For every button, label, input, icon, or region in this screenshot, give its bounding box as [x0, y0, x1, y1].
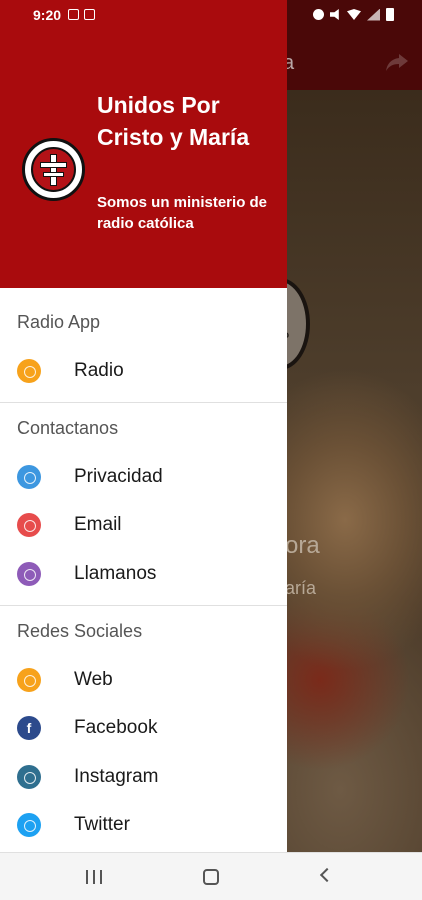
back-button[interactable]	[319, 867, 335, 883]
logo-cross-bar	[40, 162, 67, 168]
menu-item-instagram[interactable]: Instagram	[0, 753, 287, 801]
logo-cross	[50, 154, 57, 186]
web-icon	[17, 668, 41, 692]
logo-cross-bar-lower	[43, 172, 64, 177]
menu-item-llamanos[interactable]: Llamanos	[0, 550, 287, 598]
menu-item-label: Facebook	[74, 717, 158, 738]
navigation-drawer: Unidos Por Cristo y María Somos un minis…	[0, 0, 287, 852]
menu-item-facebook[interactable]: f Facebook	[0, 704, 287, 752]
privacy-icon	[17, 465, 41, 489]
menu-item-radio[interactable]: Radio	[0, 347, 287, 395]
mute-icon	[330, 9, 339, 20]
divider	[0, 402, 287, 403]
status-notification-icons	[68, 9, 95, 20]
app-logo	[22, 138, 85, 201]
recents-button[interactable]	[86, 870, 102, 884]
divider	[0, 605, 287, 606]
section-label-redes-sociales: Redes Sociales	[17, 621, 143, 641]
facebook-glyph: f	[26, 720, 32, 736]
home-button[interactable]	[203, 869, 219, 885]
instagram-icon	[17, 765, 41, 789]
phone-icon	[17, 562, 41, 586]
drawer-title: Unidos Por Cristo y María	[97, 92, 250, 150]
signal-icon	[367, 8, 380, 21]
status-system-icons	[313, 8, 394, 21]
background-image-text: ora	[285, 532, 320, 559]
menu-item-privacidad[interactable]: Privacidad	[0, 453, 287, 501]
menu-item-label: Llamanos	[74, 563, 157, 584]
alarm-icon	[313, 9, 324, 20]
radio-icon	[17, 359, 41, 383]
drawer-header: Unidos Por Cristo y María Somos un minis…	[0, 0, 287, 288]
twitter-icon	[17, 813, 41, 837]
status-bar: 9:20	[0, 0, 422, 32]
menu-item-label: Email	[74, 514, 122, 535]
share-icon	[386, 54, 408, 71]
menu-item-web[interactable]: Web	[0, 656, 287, 704]
battery-icon	[386, 8, 394, 21]
image-notification-icon	[68, 9, 79, 20]
mail-notification-icon	[84, 9, 95, 20]
menu-item-email[interactable]: Email	[0, 501, 287, 549]
wifi-icon	[347, 9, 361, 20]
menu-item-label: Twitter	[74, 814, 130, 835]
system-navigation-bar	[0, 852, 422, 900]
email-icon	[17, 513, 41, 537]
section-label-radio-app: Radio App	[17, 312, 101, 332]
facebook-icon: f	[17, 716, 41, 740]
menu-item-label: Instagram	[74, 766, 159, 787]
menu-item-label: Web	[74, 669, 113, 690]
section-label-contactanos: Contactanos	[17, 418, 119, 438]
menu-item-label: Radio	[74, 360, 124, 381]
background-image-subtext: aría	[285, 578, 317, 598]
menu-item-label: Privacidad	[74, 466, 163, 487]
menu-item-twitter[interactable]: Twitter	[0, 801, 287, 849]
status-time: 9:20	[33, 7, 62, 23]
drawer-subtitle: Somos un ministerio de radio católica	[97, 194, 268, 232]
